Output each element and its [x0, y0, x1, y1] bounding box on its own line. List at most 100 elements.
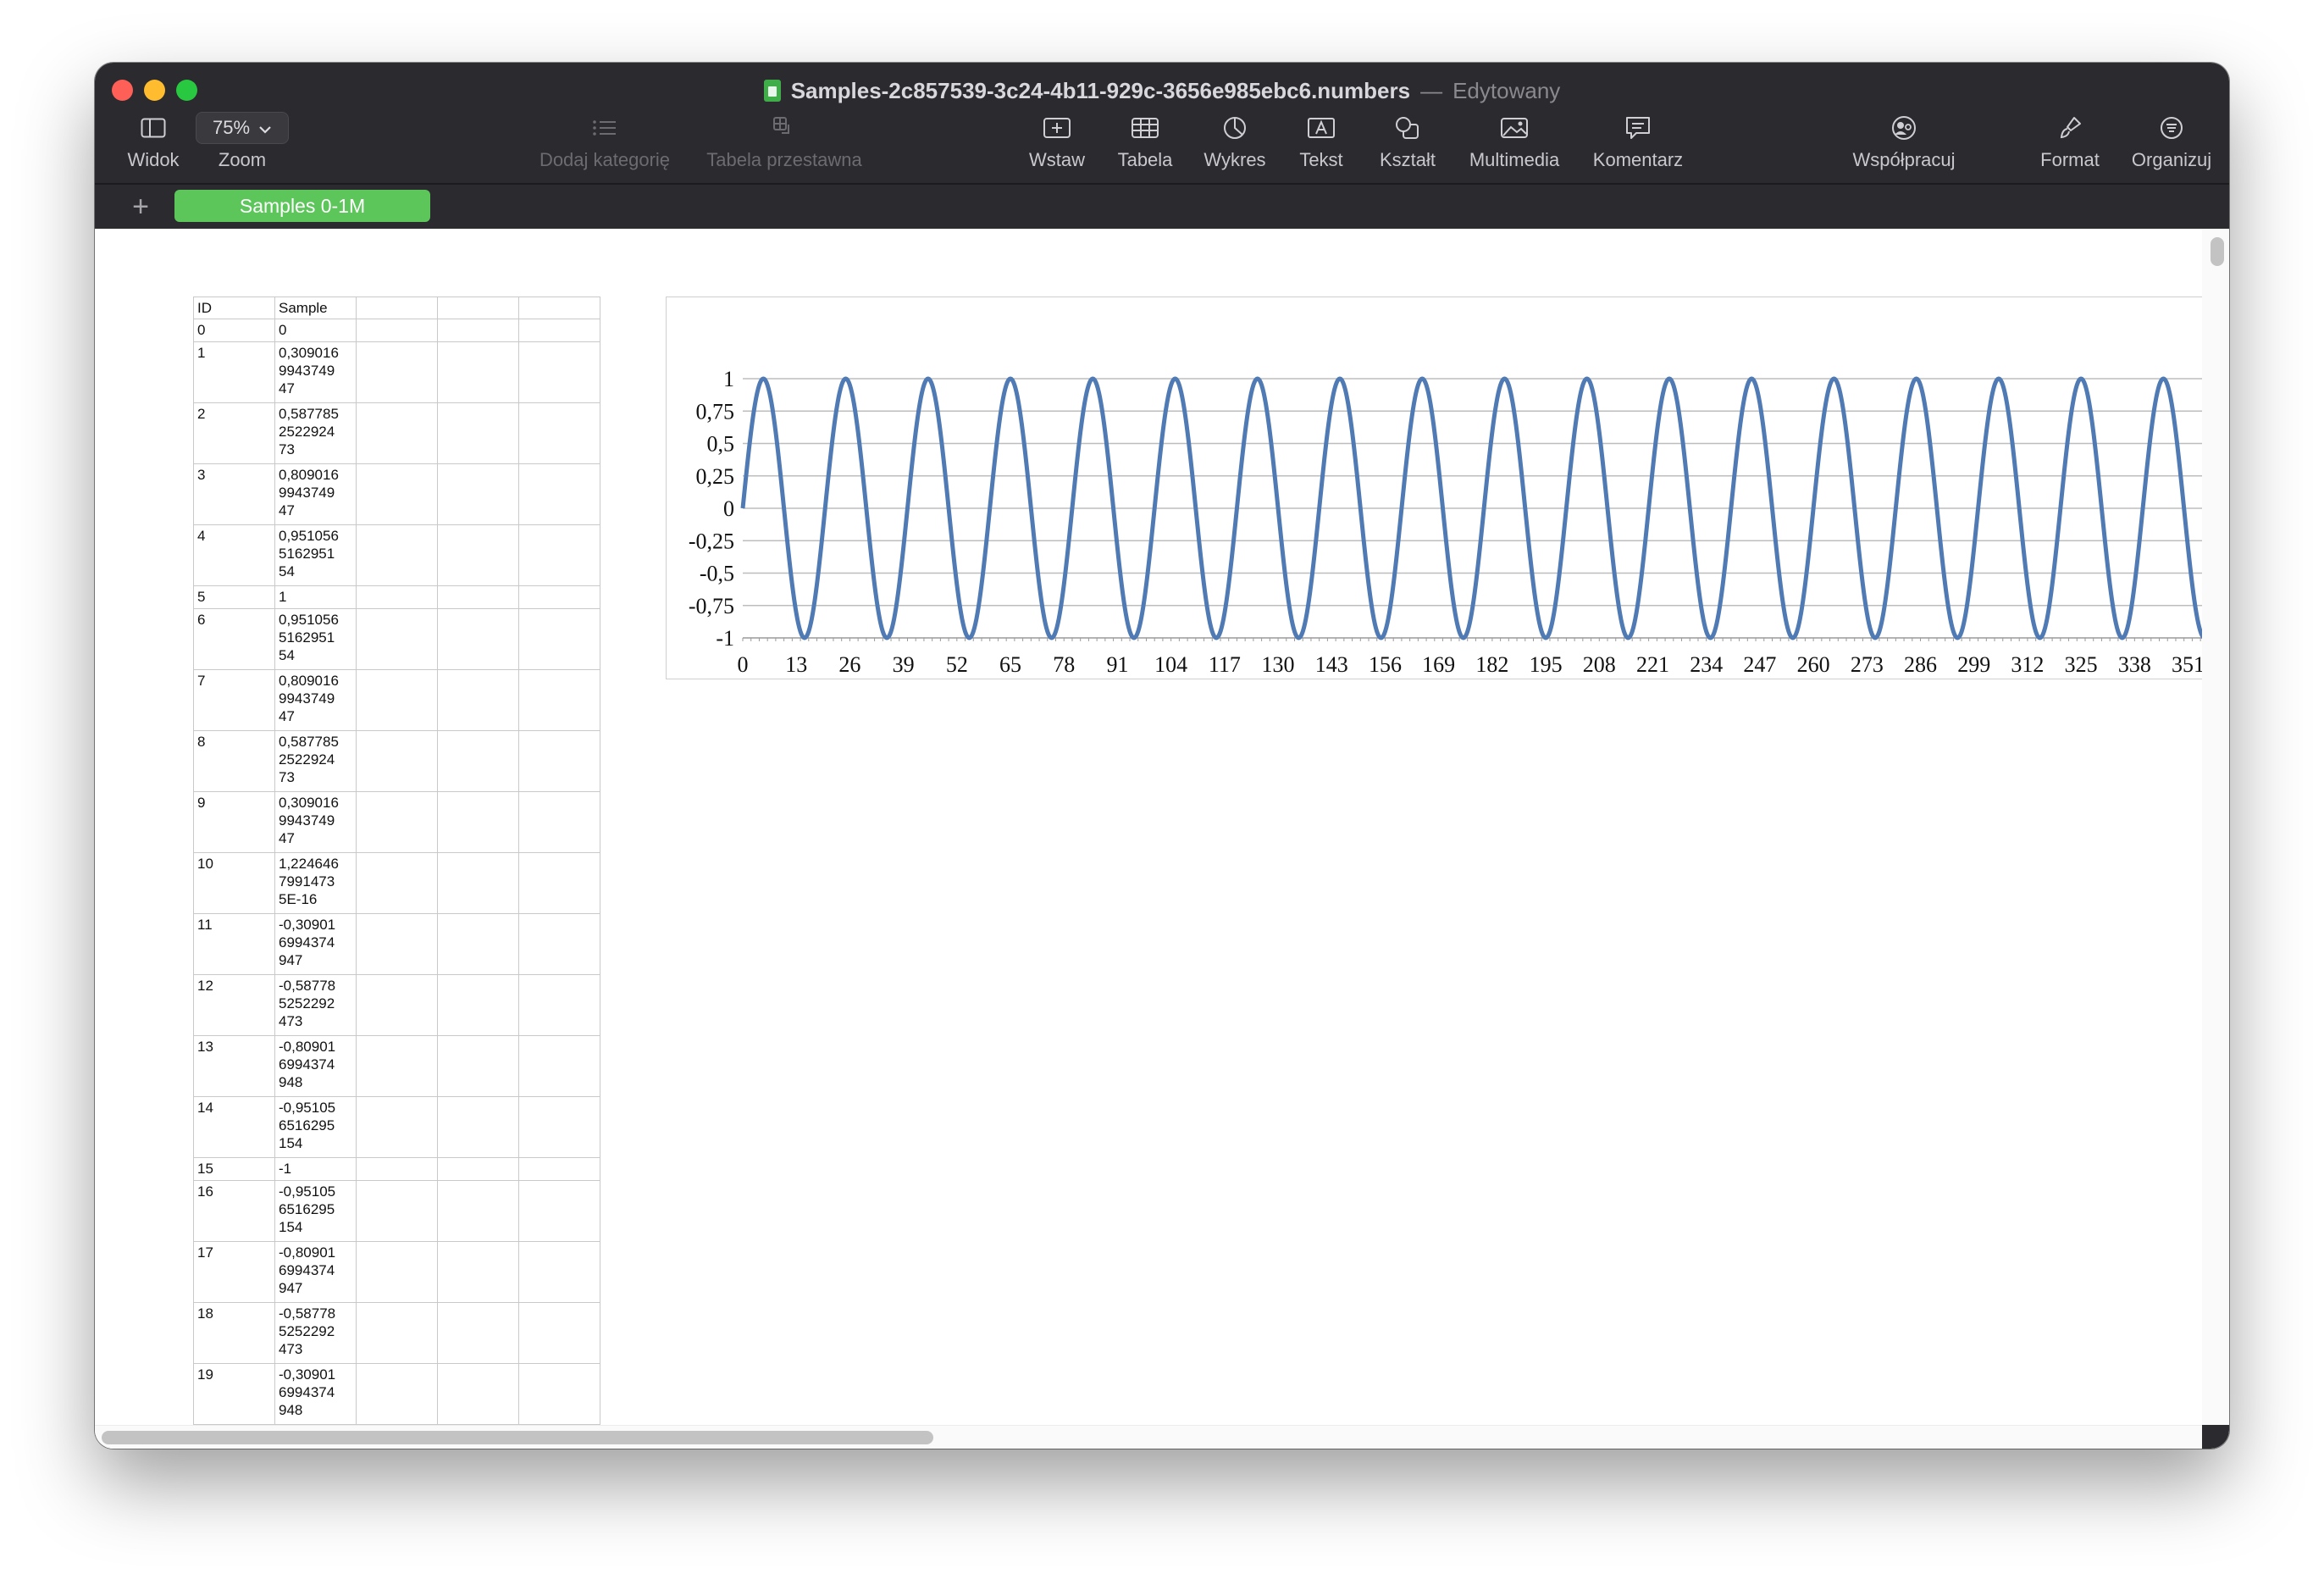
- media-button[interactable]: Multimedia: [1455, 112, 1574, 171]
- empty-cell[interactable]: [437, 341, 519, 403]
- empty-cell[interactable]: [437, 913, 519, 975]
- empty-cell[interactable]: [518, 1157, 600, 1181]
- empty-cell[interactable]: [356, 1363, 438, 1425]
- id-cell[interactable]: 16: [193, 1180, 275, 1242]
- sample-cell[interactable]: 0,309016 9943749 47: [274, 341, 357, 403]
- empty-cell[interactable]: [356, 730, 438, 792]
- empty-cell[interactable]: [518, 1302, 600, 1364]
- add-sheet-button[interactable]: +: [124, 190, 158, 224]
- empty-cell[interactable]: [437, 463, 519, 525]
- horizontal-scrollbar[interactable]: [95, 1425, 2202, 1449]
- id-cell[interactable]: 9: [193, 791, 275, 853]
- comment-button[interactable]: Komentarz: [1579, 112, 1697, 171]
- id-cell[interactable]: 12: [193, 974, 275, 1036]
- table-button[interactable]: Tabela: [1103, 112, 1187, 171]
- sample-cell[interactable]: 0,309016 9943749 47: [274, 791, 357, 853]
- empty-cell[interactable]: [518, 341, 600, 403]
- id-cell[interactable]: 3: [193, 463, 275, 525]
- insert-button[interactable]: Wstaw: [1015, 112, 1099, 171]
- empty-cell[interactable]: [518, 402, 600, 464]
- empty-cell[interactable]: [356, 585, 438, 609]
- sample-cell[interactable]: 0,587785 2522924 73: [274, 402, 357, 464]
- header-cell[interactable]: ID: [193, 297, 275, 319]
- empty-cell[interactable]: [518, 1096, 600, 1158]
- empty-cell[interactable]: [356, 341, 438, 403]
- horizontal-scroll-thumb[interactable]: [102, 1431, 933, 1444]
- id-cell[interactable]: 4: [193, 524, 275, 586]
- format-button[interactable]: Format: [2028, 112, 2112, 171]
- sample-cell[interactable]: 1: [274, 585, 357, 609]
- empty-cell[interactable]: [518, 1035, 600, 1097]
- pivot-table-button[interactable]: Tabela przestawna: [598, 112, 971, 171]
- empty-cell[interactable]: [518, 974, 600, 1036]
- sample-cell[interactable]: -0,95105 6516295 154: [274, 1180, 357, 1242]
- empty-cell[interactable]: [518, 669, 600, 731]
- id-cell[interactable]: 6: [193, 608, 275, 670]
- vertical-scroll-thumb[interactable]: [2211, 237, 2224, 266]
- empty-cell[interactable]: [356, 791, 438, 853]
- id-cell[interactable]: 10: [193, 852, 275, 914]
- zoom-control[interactable]: 75% Zoom: [195, 112, 290, 171]
- sheet-tab-samples[interactable]: Samples 0-1M: [174, 190, 430, 222]
- empty-cell[interactable]: [356, 319, 438, 342]
- sheet-canvas[interactable]: ID Sample 0 0 1 0,309016 9943749 47 2 0,587785…: [95, 229, 2229, 1449]
- id-cell[interactable]: 17: [193, 1241, 275, 1303]
- empty-cell[interactable]: [518, 1180, 600, 1242]
- empty-cell[interactable]: [356, 463, 438, 525]
- empty-cell[interactable]: [437, 669, 519, 731]
- sample-cell[interactable]: 0: [274, 319, 357, 342]
- empty-cell[interactable]: [356, 1096, 438, 1158]
- sample-cell[interactable]: -0,80901 6994374 948: [274, 1035, 357, 1097]
- sample-cell[interactable]: -0,80901 6994374 947: [274, 1241, 357, 1303]
- sample-cell[interactable]: -0,58778 5252292 473: [274, 1302, 357, 1364]
- empty-cell[interactable]: [356, 669, 438, 731]
- organize-button[interactable]: Organizuj: [2119, 112, 2224, 171]
- empty-cell[interactable]: [437, 1241, 519, 1303]
- empty-cell[interactable]: [437, 585, 519, 609]
- sample-cell[interactable]: 1,224646 7991473 5E-16: [274, 852, 357, 914]
- empty-cell[interactable]: [518, 913, 600, 975]
- id-cell[interactable]: 19: [193, 1363, 275, 1425]
- empty-cell[interactable]: [437, 608, 519, 670]
- header-cell[interactable]: [356, 297, 438, 319]
- sample-cell[interactable]: -0,95105 6516295 154: [274, 1096, 357, 1158]
- id-cell[interactable]: 1: [193, 341, 275, 403]
- id-cell[interactable]: 13: [193, 1035, 275, 1097]
- sample-cell[interactable]: 0,951056 5162951 54: [274, 608, 357, 670]
- id-cell[interactable]: 2: [193, 402, 275, 464]
- empty-cell[interactable]: [437, 852, 519, 914]
- empty-cell[interactable]: [356, 852, 438, 914]
- sample-cell[interactable]: 0,809016 9943749 47: [274, 669, 357, 731]
- samples-table[interactable]: ID Sample 0 0 1 0,309016 9943749 47 2 0,587785…: [193, 297, 600, 1425]
- empty-cell[interactable]: [356, 1241, 438, 1303]
- sample-cell[interactable]: 0,951056 5162951 54: [274, 524, 357, 586]
- sample-cell[interactable]: -0,30901 6994374 948: [274, 1363, 357, 1425]
- view-button[interactable]: Widok: [107, 112, 200, 171]
- empty-cell[interactable]: [356, 524, 438, 586]
- zoom-dropdown[interactable]: 75%: [196, 112, 289, 144]
- empty-cell[interactable]: [437, 1302, 519, 1364]
- id-cell[interactable]: 5: [193, 585, 275, 609]
- sample-cell[interactable]: 0,587785 2522924 73: [274, 730, 357, 792]
- empty-cell[interactable]: [437, 1180, 519, 1242]
- empty-cell[interactable]: [518, 791, 600, 853]
- empty-cell[interactable]: [356, 1302, 438, 1364]
- empty-cell[interactable]: [356, 1035, 438, 1097]
- empty-cell[interactable]: [356, 1157, 438, 1181]
- empty-cell[interactable]: [356, 913, 438, 975]
- sample-cell[interactable]: -0,58778 5252292 473: [274, 974, 357, 1036]
- id-cell[interactable]: 7: [193, 669, 275, 731]
- sample-cell[interactable]: 0,809016 9943749 47: [274, 463, 357, 525]
- empty-cell[interactable]: [518, 730, 600, 792]
- empty-cell[interactable]: [518, 319, 600, 342]
- id-cell[interactable]: 11: [193, 913, 275, 975]
- id-cell[interactable]: 8: [193, 730, 275, 792]
- text-button[interactable]: Tekst: [1279, 112, 1364, 171]
- empty-cell[interactable]: [437, 1363, 519, 1425]
- empty-cell[interactable]: [356, 402, 438, 464]
- vertical-scrollbar[interactable]: [2202, 229, 2229, 1449]
- empty-cell[interactable]: [437, 319, 519, 342]
- empty-cell[interactable]: [518, 585, 600, 609]
- sample-cell[interactable]: -0,30901 6994374 947: [274, 913, 357, 975]
- empty-cell[interactable]: [518, 1363, 600, 1425]
